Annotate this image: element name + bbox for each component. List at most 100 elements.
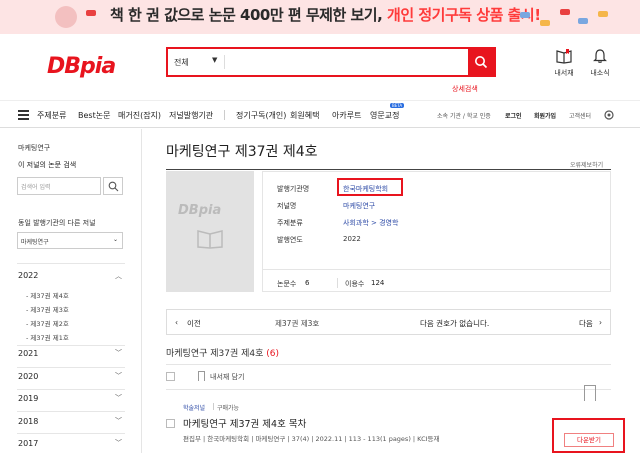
hamburger-menu-icon[interactable] — [18, 110, 29, 120]
bookmark-icon[interactable] — [198, 371, 205, 381]
issue-link[interactable]: - 제37권 제2호 — [26, 318, 69, 328]
issue-link[interactable]: - 제37권 제4호 — [26, 290, 69, 300]
affiliation-auth-link[interactable]: 소속 기관 / 학교 인증 — [437, 111, 491, 120]
promo-banner[interactable]: 책 한 권 값으로 논문 400만 편 무제한 보기, 개인 정기구독 상품 출… — [0, 0, 640, 34]
issue-info-box: 발행기관명 한국마케팅학회 저널명 마케팅연구 주제분류 사회과학 > 경영학 … — [262, 171, 611, 292]
beta-badge: BETA — [390, 103, 405, 108]
journal-search-button[interactable] — [103, 177, 123, 195]
issue-link[interactable]: - 제37권 제3호 — [26, 304, 69, 314]
divider — [17, 263, 125, 264]
nav-subscription[interactable]: 정기구독(개인) — [236, 110, 286, 121]
divider — [17, 433, 125, 434]
search-button[interactable] — [468, 49, 494, 75]
download-button[interactable]: 다운받기 — [564, 433, 614, 447]
subject-label: 주제분류 — [277, 219, 303, 227]
notifications-button[interactable]: 내소식 — [583, 48, 617, 78]
issue-link[interactable]: - 제37권 제1호 — [26, 332, 69, 342]
chevron-down-icon[interactable]: ﹀ — [115, 416, 122, 426]
article-meta: 편집부 | 한국마케팅학회 | 마케팅연구 | 37(4) | 2022.11 … — [183, 435, 440, 443]
divider — [213, 403, 214, 410]
in-journal-search-label: 이 저널의 논문 검색 — [18, 161, 77, 169]
year-2020[interactable]: 2020 — [18, 372, 38, 381]
caret-down-icon[interactable]: ▼ — [212, 56, 217, 64]
journal-cover-image: DBpia — [166, 171, 254, 292]
article-checkbox[interactable] — [166, 419, 175, 428]
search-scope-select[interactable]: 전체 — [174, 57, 189, 68]
search-icon — [475, 56, 488, 69]
chevron-down-icon[interactable]: ﹀ — [115, 371, 122, 381]
confetti-icon — [560, 9, 570, 15]
year-2018[interactable]: 2018 — [18, 417, 38, 426]
chevron-down-icon[interactable]: ﹀ — [115, 348, 122, 358]
year-2021[interactable]: 2021 — [18, 349, 38, 358]
bookmark-icon[interactable] — [584, 385, 596, 401]
divider — [166, 169, 611, 170]
book-icon — [197, 230, 223, 249]
journal-link[interactable]: 마케팅연구 — [343, 201, 375, 211]
chevron-down-icon[interactable]: ﹀ — [115, 438, 122, 448]
nav-acaroute[interactable]: 아카루트 — [332, 110, 361, 121]
nav-proofreading[interactable]: 영문교정 — [370, 110, 399, 121]
divider — [166, 364, 611, 365]
bell-icon — [593, 49, 607, 63]
chevron-down-icon[interactable]: ﹀ — [115, 393, 122, 403]
article-access-tag: 구매가능 — [217, 405, 240, 412]
divider — [263, 269, 610, 270]
chevron-down-icon: ⌄ — [112, 236, 118, 243]
confetti-icon — [540, 20, 550, 26]
divider — [337, 278, 338, 288]
confetti-icon — [578, 18, 588, 24]
site-header: DBpia 전체 ▼ 상세검색 내서재 내소식 — [0, 34, 640, 96]
page-title: 마케팅연구 제37권 제4호 — [166, 144, 318, 160]
banner-text: 책 한 권 값으로 논문 400만 편 무제한 보기, 개인 정기구독 상품 출… — [110, 6, 541, 24]
error-report-link[interactable]: 오류제보하기 — [570, 160, 603, 169]
prev-issue-button[interactable]: 이전 — [187, 318, 201, 329]
sidebar: 마케팅연구 이 저널의 논문 검색 검색어 입력 동일 발행기관의 다른 저널 … — [0, 129, 142, 453]
article-title-link[interactable]: 마케팅연구 제37권 제4호 목차 — [183, 416, 306, 430]
cover-logo: DBpia — [178, 203, 222, 218]
search-box: 전체 ▼ — [166, 47, 496, 77]
nav-publishers[interactable]: 저널발행기관 — [169, 110, 213, 121]
confetti-icon — [598, 11, 608, 17]
select-all-checkbox[interactable] — [166, 372, 175, 381]
subject-link[interactable]: 사회과학 > 경영학 — [343, 218, 398, 228]
notifications-label: 내소식 — [590, 69, 610, 77]
detail-search-link[interactable]: 상세검색 — [452, 84, 478, 94]
chevron-left-icon[interactable]: ‹ — [175, 318, 178, 327]
prev-issue-name[interactable]: 제37권 제3호 — [275, 318, 319, 329]
other-journal-select[interactable]: 마케팅연구 ⌄ — [17, 232, 123, 249]
issue-pager: ‹ 이전 제37권 제3호 다음 권호가 없습니다. 다음 › — [166, 309, 611, 335]
book-icon — [556, 49, 572, 64]
search-icon — [108, 181, 119, 192]
divider — [224, 55, 225, 69]
nav-subject[interactable]: 주제분류 — [37, 110, 66, 121]
article-type-tag: 학술저널 — [183, 405, 206, 412]
year-2017[interactable]: 2017 — [18, 439, 38, 448]
nav-magazine[interactable]: 매거진(잡지) — [118, 110, 161, 121]
banner-character-icon — [55, 6, 77, 28]
next-issue-button[interactable]: 다음 — [579, 318, 593, 329]
dbpia-logo[interactable]: DBpia — [47, 54, 116, 79]
library-button[interactable]: 내서재 — [547, 48, 581, 78]
journal-label: 저널명 — [277, 202, 297, 210]
year-2022[interactable]: 2022 — [18, 271, 38, 280]
journal-search-input[interactable]: 검색어 입력 — [17, 177, 101, 195]
confetti-icon — [86, 10, 96, 16]
save-to-library-button[interactable]: 내서재 담기 — [210, 372, 244, 382]
nav-benefits[interactable]: 회원혜택 — [290, 110, 319, 121]
article-list-title: 마케팅연구 제37권 제4호 (6) — [166, 349, 280, 359]
settings-icon[interactable] — [603, 109, 615, 121]
login-link[interactable]: 로그인 — [505, 111, 522, 120]
signup-link[interactable]: 회원가입 — [534, 111, 556, 120]
year-2019[interactable]: 2019 — [18, 394, 38, 403]
support-link[interactable]: 고객센터 — [569, 111, 591, 120]
divider — [166, 389, 611, 390]
divider — [17, 411, 125, 412]
chevron-right-icon[interactable]: › — [599, 318, 602, 327]
nav-best[interactable]: Best논문 — [78, 110, 110, 121]
chevron-up-icon[interactable]: ︿ — [115, 271, 122, 281]
publisher-link[interactable]: 한국마케팅학회 — [343, 184, 388, 194]
library-label: 내서재 — [554, 69, 574, 77]
paper-count: 6 — [305, 279, 310, 287]
sidebar-journal-name[interactable]: 마케팅연구 — [18, 143, 50, 153]
